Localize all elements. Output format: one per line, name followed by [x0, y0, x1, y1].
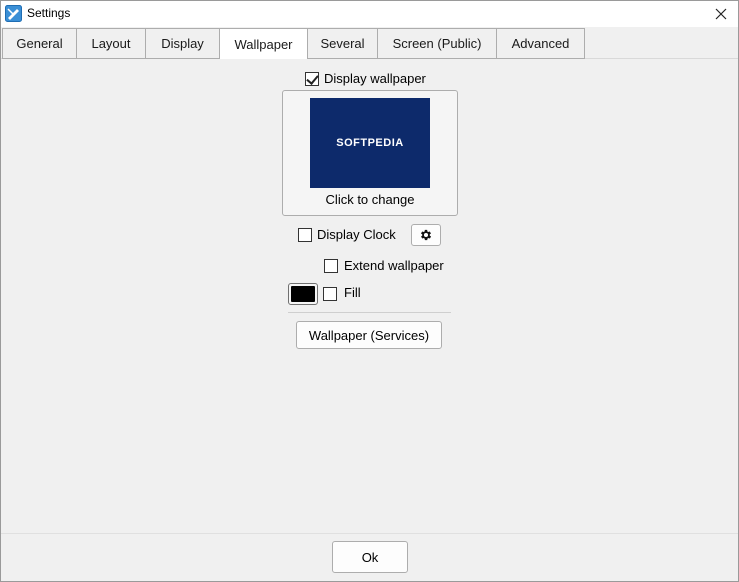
fill-color-swatch	[291, 286, 315, 302]
close-icon	[715, 8, 727, 20]
tab-advanced[interactable]: Advanced	[496, 28, 585, 59]
window-title: Settings	[27, 6, 71, 20]
close-button[interactable]	[704, 1, 738, 27]
tab-screen-public[interactable]: Screen (Public)	[377, 28, 497, 59]
gear-icon	[420, 229, 432, 241]
ok-button[interactable]: Ok	[332, 541, 408, 573]
settings-app-icon	[5, 5, 22, 22]
click-to-change-caption: Click to change	[325, 192, 415, 207]
settings-window: Settings General Layout Display Wallpape…	[0, 0, 739, 582]
clock-settings-button[interactable]	[411, 224, 441, 246]
wallpaper-preview-button[interactable]: SOFTPEDIA Click to change	[282, 90, 458, 216]
tab-wallpaper[interactable]: Wallpaper	[219, 28, 308, 60]
tab-bar: General Layout Display Wallpaper Several…	[1, 27, 738, 60]
dialog-footer: Ok	[1, 533, 738, 581]
wallpaper-panel: Display wallpaper SOFTPEDIA Click to cha…	[1, 59, 738, 533]
display-wallpaper-checkbox[interactable]	[305, 72, 319, 86]
fill-color-button[interactable]	[288, 283, 318, 305]
wallpaper-services-button[interactable]: Wallpaper (Services)	[296, 321, 442, 349]
tab-general[interactable]: General	[2, 28, 77, 59]
tab-display[interactable]: Display	[145, 28, 220, 59]
display-clock-label: Display Clock	[317, 227, 396, 242]
tab-layout[interactable]: Layout	[76, 28, 146, 59]
fill-checkbox[interactable]	[323, 287, 337, 301]
display-clock-checkbox[interactable]	[298, 228, 312, 242]
extend-wallpaper-label: Extend wallpaper	[344, 258, 444, 273]
thumbnail-logo-text: SOFTPEDIA	[336, 137, 404, 149]
extend-wallpaper-checkbox[interactable]	[324, 259, 338, 273]
separator	[288, 312, 451, 313]
wallpaper-thumbnail: SOFTPEDIA	[310, 98, 430, 188]
title-bar: Settings	[1, 1, 738, 27]
fill-label: Fill	[344, 285, 361, 300]
tab-several[interactable]: Several	[307, 28, 378, 59]
display-wallpaper-label: Display wallpaper	[324, 71, 426, 86]
